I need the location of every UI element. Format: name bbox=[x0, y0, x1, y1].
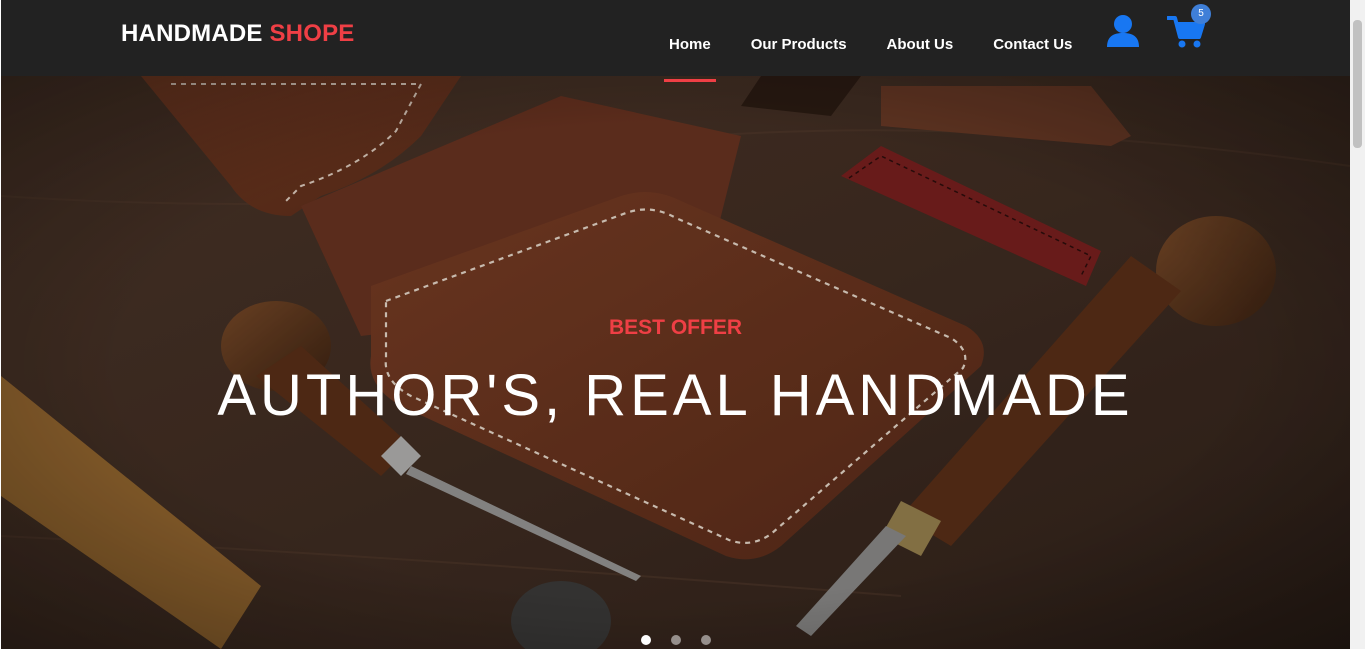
nav-link-contact-us[interactable]: Contact Us bbox=[973, 0, 1092, 80]
brand-accent: SHOPE bbox=[269, 20, 355, 47]
user-icon[interactable] bbox=[1106, 14, 1140, 48]
page-scrollbar[interactable] bbox=[1350, 0, 1365, 649]
hero-subtitle: BEST OFFER bbox=[608, 316, 742, 339]
scrollbar-thumb[interactable] bbox=[1353, 20, 1362, 148]
hero-carousel: BEST OFFER AUTHOR'S, REAL HANDMADE bbox=[1, 76, 1350, 649]
carousel-indicators bbox=[1, 635, 1350, 645]
navbar: HANDMADE SHOPE Home Our Products About U… bbox=[1, 0, 1350, 82]
carousel-dot-2[interactable] bbox=[670, 635, 681, 645]
brand-name: HANDMADE bbox=[121, 20, 263, 47]
carousel-dot-1[interactable] bbox=[640, 635, 651, 645]
cart-count-badge: 5 bbox=[1191, 4, 1211, 24]
nav-link-about-us[interactable]: About Us bbox=[867, 0, 974, 80]
nav-link-our-products[interactable]: Our Products bbox=[731, 0, 867, 80]
brand-logo[interactable]: HANDMADE SHOPE bbox=[121, 20, 355, 48]
main-nav: Home Our Products About Us Contact Us bbox=[649, 0, 1092, 82]
nav-link-home[interactable]: Home bbox=[649, 0, 731, 82]
hero-title: AUTHOR'S, REAL HANDMADE bbox=[217, 363, 1134, 428]
page: HANDMADE SHOPE Home Our Products About U… bbox=[0, 0, 1365, 649]
carousel-dot-3[interactable] bbox=[700, 635, 711, 645]
